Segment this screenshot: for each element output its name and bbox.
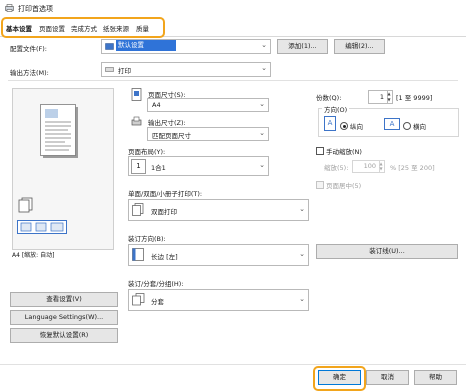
copies-range: [1 至 9999] — [396, 94, 433, 102]
page-layout-value: 1合1 — [151, 164, 166, 172]
manual-scale-label: 手动缩放(N) — [326, 148, 362, 156]
restore-defaults-button[interactable]: 恢复默认设置(R) — [10, 328, 118, 343]
copies-value: 1 — [379, 93, 384, 101]
output-method-select[interactable]: 打印 ⌄ — [101, 62, 271, 77]
print-preferences-window: 打印首选项 基本设置 页面设置 完成方式 纸张来源 质量 配置文件(F): 默认… — [0, 0, 466, 392]
copies-input[interactable]: 1 — [368, 90, 388, 104]
copies-spinner[interactable]: ▲ ▼ — [386, 90, 393, 104]
duplex-select[interactable]: 双面打印 ⌄ — [128, 199, 309, 221]
landscape-radio[interactable] — [403, 122, 411, 130]
layout-1up-icon: 1 — [131, 159, 146, 174]
chevron-down-icon: ⌄ — [299, 295, 305, 303]
profile-select[interactable]: 默认设置 ⌄ — [101, 39, 271, 54]
binding-label: 装订方向(B): — [128, 235, 166, 243]
center-page-label: 页面居中(5) — [326, 182, 362, 190]
tab-page[interactable]: 页面设置 — [39, 23, 65, 33]
page-layout-label: 页面布局(Y): — [128, 148, 166, 156]
language-settings-button[interactable]: Language Settings(W)... — [10, 310, 118, 325]
edit-profile-button[interactable]: 编辑(2)... — [334, 39, 385, 54]
output-size-value: 匹配页面尺寸 — [152, 132, 191, 140]
gutter-button[interactable]: 装订线(U)... — [316, 244, 458, 259]
copies-label: 份数(Q): — [316, 94, 342, 102]
output-method-value: 打印 — [118, 67, 131, 75]
tab-finishing[interactable]: 完成方式 — [71, 23, 97, 33]
cancel-button[interactable]: 取消 — [366, 370, 409, 385]
preview-caption: A4 [缩放: 自动] — [12, 252, 55, 259]
output-size-select[interactable]: 匹配页面尺寸 ⌄ — [147, 127, 269, 141]
portrait-radio[interactable] — [340, 122, 348, 130]
footer-divider — [0, 364, 466, 365]
printer-icon — [5, 4, 14, 12]
tab-paper-source[interactable]: 纸张来源 — [103, 23, 129, 33]
chevron-down-icon: ⌄ — [299, 250, 305, 258]
output-method-label: 输出方法(M): — [10, 69, 49, 77]
page-thumbnail — [40, 104, 78, 158]
finishing-select[interactable]: 分套 ⌄ — [128, 289, 309, 311]
duplex-preview-icons — [17, 220, 67, 234]
chevron-down-icon: ⌄ — [259, 100, 265, 108]
page-preview — [12, 88, 114, 250]
orientation-label: 方向(O) — [322, 104, 350, 114]
scale-input[interactable]: 100 — [352, 160, 380, 173]
ok-button[interactable]: 确定 — [318, 370, 361, 385]
binding-value: 长边 [左] — [151, 253, 178, 261]
center-page-checkbox[interactable] — [316, 181, 324, 189]
tab-basic[interactable]: 基本设置 — [6, 23, 32, 33]
finishing-label: 装订/分套/分组(H): — [128, 280, 184, 288]
chevron-down-icon: ⌄ — [259, 161, 265, 169]
collate-icon — [132, 293, 145, 306]
portrait-label: 纵向 — [350, 123, 363, 131]
profile-label: 配置文件(F): — [10, 45, 48, 53]
chevron-down-icon: ⌄ — [259, 129, 265, 137]
window-title: 打印首选项 — [18, 5, 53, 13]
add-profile-button[interactable]: 添加(1)... — [277, 39, 328, 54]
title-bar: 打印首选项 — [0, 0, 466, 17]
tab-quality[interactable]: 质量 — [136, 23, 149, 33]
duplex-label: 单面/双面/小册子打印(T): — [128, 190, 203, 198]
chevron-down-icon: ⌄ — [299, 205, 305, 213]
scale-spinner[interactable]: ▲ ▼ — [378, 160, 385, 173]
page-layout-select[interactable]: 1 1合1 ⌄ — [128, 156, 269, 176]
copies-stack-icon — [18, 197, 33, 213]
scale-label: 缩放(5): — [324, 164, 349, 172]
portrait-icon: A — [324, 116, 336, 131]
chevron-down-icon: ⌄ — [261, 64, 267, 72]
duplex-value: 双面打印 — [151, 208, 177, 216]
landscape-label: 横向 — [413, 123, 426, 131]
profile-icon — [105, 43, 114, 50]
radio-dot — [342, 124, 346, 128]
scale-value: 100 — [363, 162, 376, 170]
page-size-icon — [131, 88, 142, 101]
help-button[interactable]: 帮助 — [414, 370, 457, 385]
long-edge-left-icon — [132, 248, 144, 261]
profile-value: 默认设置 — [116, 40, 176, 51]
duplex-icon — [132, 203, 144, 216]
chevron-down-icon: ⌄ — [261, 41, 267, 49]
scale-range: % [25 至 200] — [390, 164, 435, 172]
page-size-select[interactable]: A4 ⌄ — [147, 98, 269, 112]
output-size-icon — [131, 116, 142, 126]
landscape-icon: A — [384, 118, 400, 130]
manual-scale-checkbox[interactable] — [316, 147, 324, 155]
print-icon — [105, 67, 114, 72]
finishing-value: 分套 — [151, 298, 164, 306]
view-settings-button[interactable]: 查看设置(V) — [10, 292, 118, 307]
output-size-label: 输出尺寸(Z): — [148, 119, 186, 127]
binding-select[interactable]: 长边 [左] ⌄ — [128, 244, 309, 266]
page-size-value: A4 — [152, 101, 161, 109]
divider — [8, 80, 458, 81]
